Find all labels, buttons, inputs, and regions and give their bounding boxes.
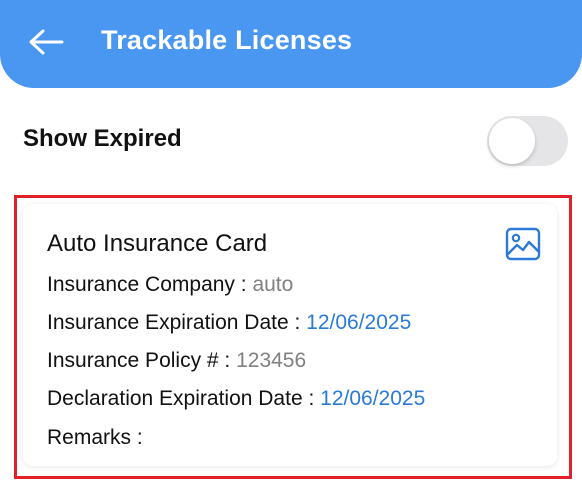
view-image-button[interactable] [505,226,541,262]
page-title: Trackable Licenses [101,25,353,55]
insurance-expiration-row: Insurance Expiration Date : 12/06/2025 [47,309,411,337]
insurance-company-label: Insurance Company : [47,273,253,296]
declaration-expiration-value: 12/06/2025 [320,387,426,410]
declaration-expiration-row: Declaration Expiration Date : 12/06/2025 [47,385,425,413]
insurance-expiration-value: 12/06/2025 [306,311,412,334]
insurance-policy-value: 123456 [236,349,307,372]
app-header: Trackable Licenses [0,0,582,88]
declaration-expiration-label: Declaration Expiration Date : [47,387,321,410]
show-expired-label: Show Expired [23,125,182,152]
insurance-policy-row: Insurance Policy # : 123456 [47,347,306,375]
back-button[interactable] [24,20,68,64]
card-title: Auto Insurance Card [47,230,268,257]
show-expired-toggle[interactable] [487,116,568,166]
insurance-company-row: Insurance Company : auto [47,271,293,299]
image-icon [505,227,541,261]
insurance-policy-label: Insurance Policy # : [47,349,237,372]
insurance-expiration-label: Insurance Expiration Date : [47,311,307,334]
insurance-company-value: auto [252,273,294,296]
remarks-row: Remarks : [47,424,143,452]
arrow-left-icon [29,29,64,55]
remarks-label: Remarks : [47,426,143,449]
toggle-knob [489,118,535,164]
